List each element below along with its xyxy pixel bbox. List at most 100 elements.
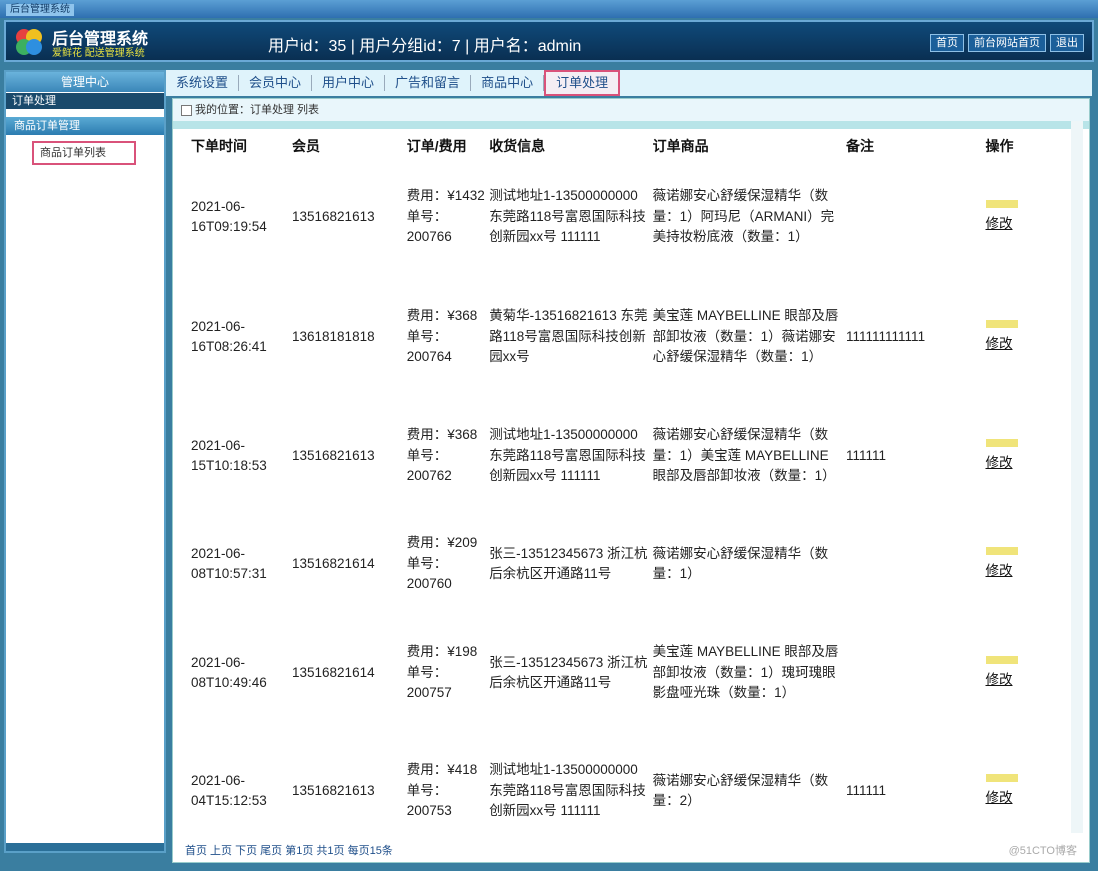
col-address: 收货信息: [489, 138, 546, 154]
cell-address: 测试地址1-13500000000 东莞路118号富恩国际科技创新园xx号 11…: [489, 427, 646, 484]
header-strip: [173, 121, 1089, 129]
front-site-button[interactable]: 前台网站首页: [968, 34, 1046, 52]
cell-fee: 费用：¥418 单号：200753: [407, 733, 489, 849]
tab-orders[interactable]: 订单处理: [544, 70, 621, 96]
watermark: @51CTO博客: [1008, 845, 1077, 857]
home-button[interactable]: 首页: [930, 34, 964, 52]
status-badge: [985, 655, 1018, 664]
top-tabs: 系统设置 会员中心 用户中心 广告和留言 商品中心 订单处理: [166, 70, 1092, 96]
cell-time: 2021-06-15T10:18:53: [191, 437, 267, 474]
table-row: 2021-06-04T15:12:53 13516821613 费用：¥418 单号：…: [191, 733, 1033, 849]
cell-time: 2021-06-04T15:12:53: [191, 772, 267, 809]
tab-ads[interactable]: 广告和留言: [385, 75, 472, 91]
cell-fee: 费用：¥198 单号：200757: [407, 613, 489, 733]
cell-note: [846, 157, 986, 277]
edit-link[interactable]: 修改: [986, 455, 1013, 470]
system-subtitle: 爱鲜花 配送管理系统: [52, 48, 145, 59]
sidebar-footer: [6, 843, 164, 851]
tab-goods[interactable]: 商品中心: [471, 75, 545, 91]
sidebar-item-order-list[interactable]: 商品订单列表: [32, 141, 136, 165]
edit-link[interactable]: 修改: [986, 672, 1013, 687]
edit-link[interactable]: 修改: [986, 336, 1013, 351]
table-row: 2021-06-16T08:26:41 13618181818 费用：¥368 单号：…: [191, 277, 1033, 397]
sidebar-group[interactable]: 商品订单管理: [6, 117, 164, 135]
cell-op: 修改: [985, 157, 1034, 277]
cell-address: 测试地址1-13500000000 东莞路118号富恩国际科技创新园xx号 11…: [489, 188, 646, 245]
main-content: 我的位置：订单处理 列表 下单时间 会员 订单/费用 收货信息 订单商品 备注 …: [172, 98, 1090, 863]
fee-text: 费用：¥1432: [406, 188, 485, 204]
cell-time: 2021-06-16T08:26:41: [191, 318, 267, 355]
fee-text: 费用：¥368: [406, 308, 478, 324]
pager[interactable]: 首页 上页 下页 尾页 第1页 共1页 每页15条: [185, 842, 393, 858]
table-row: 2021-06-08T10:49:46 13516821614 费用：¥198 单号：…: [191, 613, 1033, 733]
table-row: 2021-06-16T09:19:54 13516821613 费用：¥1432 单号…: [191, 157, 1033, 277]
status-badge: [985, 199, 1018, 208]
tab-member[interactable]: 会员中心: [239, 75, 313, 91]
logo-icon: [16, 29, 42, 55]
cell-op: 修改: [985, 613, 1034, 733]
cell-time: 2021-06-08T10:49:46: [191, 654, 267, 691]
cell-op: 修改: [985, 397, 1034, 515]
status-badge: [985, 546, 1018, 555]
cell-op: 修改: [985, 515, 1034, 613]
tab-system[interactable]: 系统设置: [166, 75, 240, 91]
sidebar-title: 管理中心: [6, 72, 164, 92]
orders-table: 下单时间 会员 订单/费用 收货信息 订单商品 备注 操作 2021-06-16…: [191, 135, 1033, 849]
window-title: 后台管理系统: [6, 4, 74, 16]
status-badge: [985, 319, 1018, 328]
tab-user[interactable]: 用户中心: [312, 75, 386, 91]
cell-op: 修改: [985, 277, 1034, 397]
cell-time: 2021-06-16T09:19:54: [191, 198, 267, 235]
order-no: 单号：200762: [406, 447, 452, 484]
cell-fee: 费用：¥368 单号：200764: [407, 277, 489, 397]
cell-address: 张三-13512345673 浙江杭后余杭区开通路11号: [489, 654, 648, 691]
breadcrumb: 我的位置：订单处理 列表: [173, 99, 1089, 121]
edit-link[interactable]: 修改: [986, 216, 1013, 231]
cell-goods: 薇诺娜安心舒缓保湿精华（数量：1）阿玛尼（ARMANI）完美持妆粉底液（数量：1…: [652, 188, 835, 245]
col-fee: 订单/费用: [406, 138, 467, 154]
edit-link[interactable]: 修改: [986, 563, 1013, 578]
order-no: 单号：200753: [406, 782, 452, 819]
cell-note: 111111: [846, 447, 887, 463]
cell-goods: 薇诺娜安心舒缓保湿精华（数量：1）美宝莲 MAYBELLINE 眼部及唇部卸妆液…: [652, 427, 836, 484]
fee-text: 费用：¥368: [406, 427, 478, 443]
cell-address: 测试地址1-13500000000 东莞路118号富恩国际科技创新园xx号 11…: [489, 762, 646, 819]
order-no: 单号：200760: [406, 555, 452, 592]
sidebar-section[interactable]: 订单处理: [6, 93, 164, 109]
edit-link[interactable]: 修改: [986, 790, 1013, 805]
cell-note: 111111: [846, 782, 887, 798]
logout-button[interactable]: 退出: [1050, 34, 1084, 52]
fee-text: 费用：¥198: [406, 644, 478, 660]
sidebar: 管理中心 订单处理 商品订单管理 商品订单列表: [4, 70, 166, 853]
cell-address: 张三-13512345673 浙江杭后余杭区开通路11号: [489, 545, 648, 582]
cell-member: 13516821614: [292, 664, 375, 680]
scrollbar[interactable]: [1071, 121, 1083, 833]
cell-member: 13516821613: [292, 782, 375, 798]
cell-member: 13516821613: [292, 447, 375, 463]
status-badge: [985, 773, 1018, 782]
user-info: 用户id：35 | 用户分组id：7 | 用户名：admin: [268, 38, 582, 55]
header-buttons: 首页 前台网站首页 退出: [930, 34, 1084, 52]
col-note: 备注: [846, 138, 874, 154]
cell-time: 2021-06-08T10:57:31: [191, 545, 267, 582]
cell-member: 13516821613: [292, 208, 375, 224]
cell-note: [846, 613, 986, 733]
table-row: 2021-06-08T10:57:31 13516821614 费用：¥209 单号：…: [191, 515, 1033, 613]
order-no: 单号：200766: [406, 208, 452, 245]
cell-note: 111111111111: [846, 328, 926, 344]
cell-goods: 薇诺娜安心舒缓保湿精华（数量：2）: [652, 772, 829, 809]
cell-fee: 费用：¥1432 单号：200766: [407, 157, 489, 277]
cell-member: 13618181818: [292, 328, 375, 344]
cell-goods: 美宝莲 MAYBELLINE 眼部及唇部卸妆液（数量：1）瑰珂瑰眼影盘哑光珠（数…: [652, 644, 839, 701]
cell-member: 13516821614: [292, 555, 375, 571]
app-header: 后台管理系统 爱鲜花 配送管理系统 用户id：35 | 用户分组id：7 | 用…: [4, 20, 1094, 62]
status-badge: [985, 438, 1018, 447]
table-row: 2021-06-15T10:18:53 13516821613 费用：¥368 单号：…: [191, 397, 1033, 515]
window-titlebar: 后台管理系统: [0, 0, 1098, 18]
cell-address: 黄菊华-13516821613 东莞路118号富恩国际科技创新园xx号: [489, 308, 648, 365]
col-member: 会员: [292, 138, 320, 154]
col-time: 下单时间: [191, 138, 247, 154]
col-goods: 订单商品: [652, 138, 709, 154]
cell-op: 修改: [985, 733, 1034, 849]
order-no: 单号：200757: [406, 664, 452, 701]
